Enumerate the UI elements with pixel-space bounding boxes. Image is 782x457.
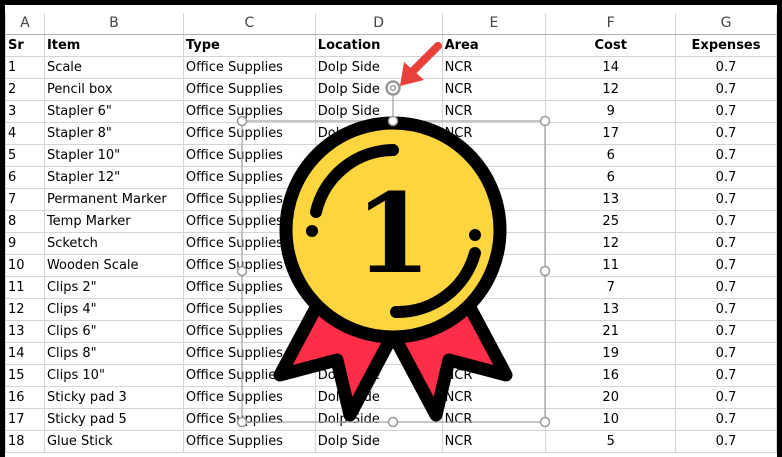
medal-image-overlay[interactable]: 1: [5, 5, 777, 457]
red-arrow-icon: [400, 42, 442, 86]
spreadsheet: A B C D E F G Sr Item Type Location Area Cost Expense…: [5, 5, 777, 457]
medal-number: 1: [355, 169, 432, 298]
rotate-handle-icon[interactable]: [385, 80, 401, 96]
